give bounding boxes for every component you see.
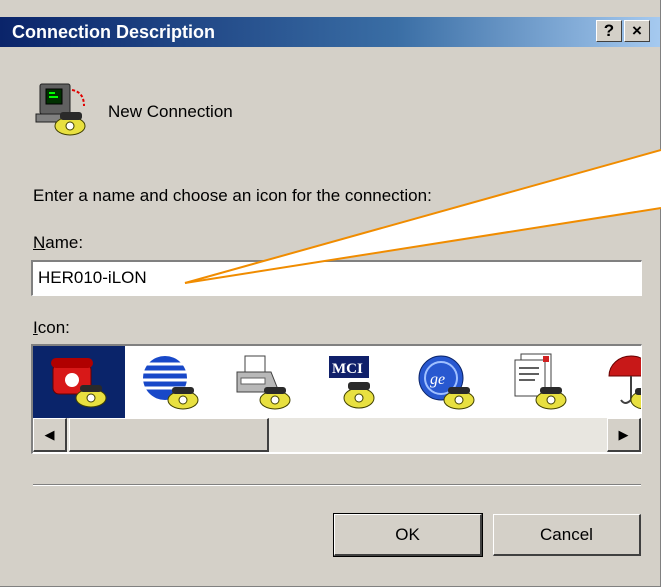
fax-icon [236, 355, 291, 410]
icon-option-ge[interactable]: ge [401, 346, 493, 418]
icon-option-globe[interactable] [125, 346, 217, 418]
scroll-left-button[interactable]: ◀ [33, 418, 67, 452]
svg-text:MCI: MCI [332, 361, 363, 377]
close-button[interactable]: × [624, 20, 650, 42]
window-title: Connection Description [12, 22, 216, 42]
globe-icon [143, 356, 199, 410]
umbrella-icon [608, 355, 641, 410]
arrow-right-icon: ▶ [618, 426, 629, 442]
name-label: Name: [33, 233, 84, 252]
connection-name-label: New Connection [108, 102, 233, 121]
icon-option-mci[interactable]: MCI [309, 346, 401, 418]
mci-icon: MCI [329, 356, 375, 409]
documents-icon [514, 353, 567, 410]
separator [33, 484, 641, 486]
help-button[interactable]: ? [596, 20, 622, 42]
icon-option-umbrella[interactable] [585, 346, 641, 418]
arrow-left-icon: ◀ [44, 426, 55, 442]
icon-picker[interactable]: MCI ge ◀ ▶ [31, 344, 642, 454]
ok-button[interactable]: OK [333, 513, 483, 557]
svg-text:ge: ge [430, 371, 445, 388]
red-phone-icon [51, 358, 107, 408]
cancel-button[interactable]: Cancel [493, 514, 641, 556]
computer-phone-icon [35, 83, 86, 136]
instruction-text: Enter a name and choose an icon for the … [33, 186, 432, 205]
ge-icon: ge [418, 355, 475, 410]
connection-description-dialog: Connection Description ? × New Connectio… [0, 0, 661, 587]
title-bar[interactable]: Connection Description ? × [0, 17, 660, 47]
icon-option-red-phone[interactable] [33, 346, 125, 418]
icon-option-documents[interactable] [493, 346, 585, 418]
icon-label: Icon: [33, 318, 70, 337]
icon-horizontal-scrollbar[interactable]: ◀ ▶ [33, 418, 641, 452]
icon-option-fax[interactable] [217, 346, 309, 418]
scrollbar-thumb[interactable] [69, 418, 269, 452]
scroll-right-button[interactable]: ▶ [607, 418, 641, 452]
name-input[interactable]: HER010-iLON [31, 260, 642, 296]
